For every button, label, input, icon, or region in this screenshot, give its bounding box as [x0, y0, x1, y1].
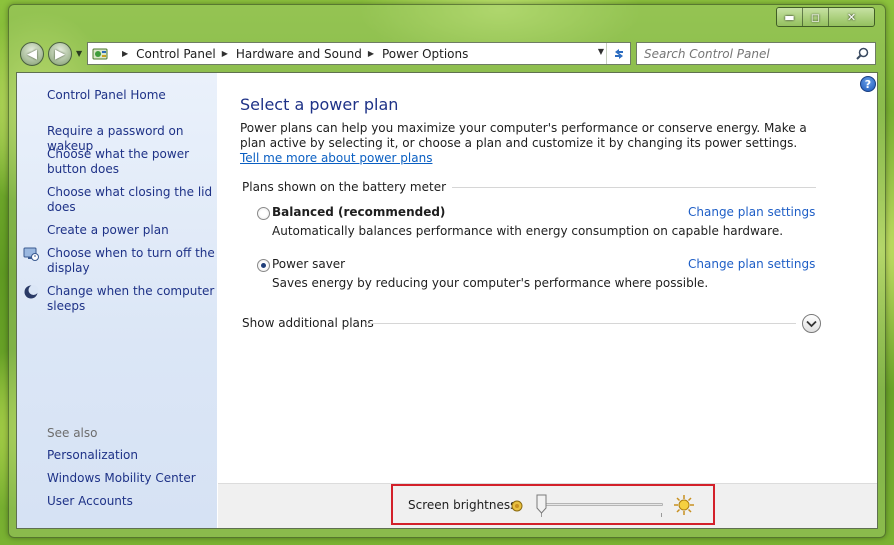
back-button[interactable]: ◀	[20, 42, 44, 66]
arrow-right-icon: ▶	[55, 46, 65, 62]
close-button[interactable]: ✕	[829, 8, 874, 26]
sidebar-link-user-accounts[interactable]: User Accounts	[47, 494, 215, 509]
tell-me-more-link[interactable]: Tell me more about power plans	[240, 151, 432, 165]
slider-tick	[661, 513, 662, 517]
change-plan-settings-balanced[interactable]: Change plan settings	[688, 205, 815, 219]
address-bar[interactable]: ▶ Control Panel ▶ Hardware and Sound ▶ P…	[87, 42, 631, 65]
brightness-bar: Screen brightness:	[218, 483, 877, 528]
chevron-right-icon[interactable]: ▶	[368, 49, 374, 58]
recent-pages-dropdown[interactable]: ▼	[76, 49, 82, 58]
plan-name-power-saver[interactable]: Power saver	[272, 257, 345, 271]
search-box	[636, 42, 876, 65]
refresh-icon	[614, 48, 623, 59]
change-plan-settings-power-saver[interactable]: Change plan settings	[688, 257, 815, 271]
brightness-slider-thumb[interactable]	[536, 494, 547, 514]
sidebar-link-create-power-plan[interactable]: Create a power plan	[47, 223, 215, 238]
refresh-button[interactable]	[606, 43, 630, 64]
plans-group-label: Plans shown on the battery meter	[242, 180, 453, 194]
show-additional-plans-label[interactable]: Show additional plans	[242, 316, 374, 330]
sleep-moon-icon	[24, 285, 39, 299]
radio-power-saver[interactable]	[257, 259, 270, 272]
see-also-heading: See also	[47, 426, 98, 440]
breadcrumb-control-panel[interactable]: Control Panel	[136, 47, 216, 61]
display-off-icon	[23, 247, 39, 261]
sidebar-link-closing-lid[interactable]: Choose what closing the lid does	[47, 185, 215, 215]
search-input[interactable]	[644, 46, 849, 61]
bright-sun-icon	[674, 495, 694, 515]
dim-sun-icon	[511, 500, 523, 512]
sidebar-link-turn-off-display[interactable]: Choose when to turn off the display	[47, 246, 215, 276]
chevron-right-icon[interactable]: ▶	[122, 49, 128, 58]
sidebar-link-computer-sleeps[interactable]: Change when the computer sleeps	[47, 284, 215, 314]
intro-text: Power plans can help you maximize your c…	[240, 121, 820, 166]
search-icon[interactable]	[856, 47, 869, 60]
arrow-left-icon: ◀	[27, 46, 37, 62]
control-panel-icon	[92, 48, 108, 59]
caption-buttons: ▬ ◻ ✕	[776, 7, 875, 27]
minimize-button[interactable]: ▬	[777, 8, 803, 26]
breadcrumb-hardware-and-sound[interactable]: Hardware and Sound	[236, 47, 362, 61]
client-area: Control Panel Home Require a password on…	[16, 72, 878, 529]
brightness-highlight-box: Screen brightness:	[391, 484, 715, 525]
expand-plans-button[interactable]	[802, 314, 821, 333]
chevron-down-icon	[806, 320, 817, 327]
sidebar-link-mobility-center[interactable]: Windows Mobility Center	[47, 471, 215, 486]
plan-description-power-saver: Saves energy by reducing your computer's…	[272, 276, 709, 290]
show-plans-divider	[366, 323, 796, 324]
brightness-slider-track[interactable]	[539, 503, 663, 506]
chevron-right-icon[interactable]: ▶	[222, 49, 228, 58]
plan-name-balanced[interactable]: Balanced (recommended)	[272, 205, 445, 219]
radio-balanced[interactable]	[257, 207, 270, 220]
maximize-button[interactable]: ◻	[803, 8, 829, 26]
help-button[interactable]: ?	[860, 76, 876, 92]
sidebar-link-personalization[interactable]: Personalization	[47, 448, 215, 463]
breadcrumb-power-options[interactable]: Power Options	[382, 47, 468, 61]
sidebar-link-power-button[interactable]: Choose what the power button does	[47, 147, 215, 177]
sidebar-link-control-panel-home[interactable]: Control Panel Home	[47, 88, 215, 103]
intro-body: Power plans can help you maximize your c…	[240, 121, 807, 150]
page-title: Select a power plan	[240, 95, 399, 114]
brightness-label: Screen brightness:	[408, 498, 521, 512]
plan-description-balanced: Automatically balances performance with …	[272, 224, 784, 238]
sidebar: Control Panel Home Require a password on…	[17, 73, 217, 528]
forward-button[interactable]: ▶	[48, 42, 72, 66]
chevron-down-icon[interactable]: ▼	[598, 47, 604, 56]
help-icon: ?	[864, 77, 872, 91]
